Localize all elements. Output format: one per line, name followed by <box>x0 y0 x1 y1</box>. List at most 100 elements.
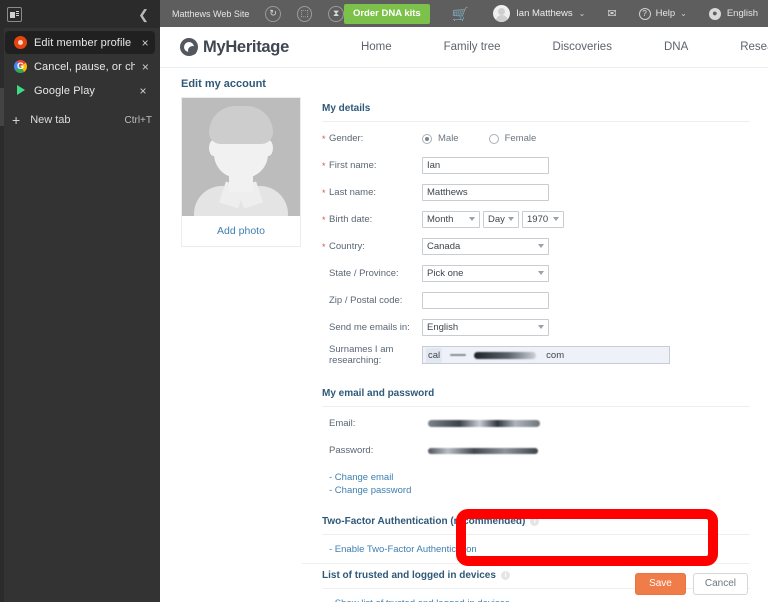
birth-year-select[interactable]: 1970 <box>522 211 564 228</box>
state-label: State / Province: <box>329 268 399 279</box>
tree-icon[interactable]: ⬚ <box>296 5 313 22</box>
language-selector[interactable]: ● English <box>708 7 758 20</box>
myheritage-logo[interactable]: MyHeritage <box>180 38 289 57</box>
gender-radio-female[interactable]: Female <box>488 133 536 144</box>
tab-item-cancel-subscription[interactable]: Cancel, pause, or change a subsc × <box>5 55 155 78</box>
nav-item-discoveries[interactable]: Discoveries <box>527 41 638 53</box>
state-select[interactable]: Pick one <box>422 265 549 282</box>
default-avatar-icon <box>182 98 300 216</box>
birth-year-value: 1970 <box>527 214 549 225</box>
browser-tab-sidebar: ❮ Edit member profile - Matthews × Cance… <box>0 0 160 602</box>
chevron-left-icon[interactable]: ❮ <box>135 6 152 23</box>
last-name-input[interactable] <box>422 184 549 201</box>
sidebar-edge-handle[interactable] <box>0 88 4 126</box>
redacted-text <box>474 351 537 359</box>
surnames-label: Surnames I am researching: <box>329 344 394 366</box>
nav-item-home[interactable]: Home <box>335 41 418 53</box>
info-icon[interactable]: i <box>530 517 540 526</box>
section-body-my-details: Gender: Male Female <box>322 128 750 372</box>
site-navigation: MyHeritage Home Family tree Discoveries … <box>160 27 768 68</box>
last-name-label: Last name: <box>322 187 422 198</box>
password-label: Password: <box>329 445 374 456</box>
country-select[interactable]: Canada <box>422 238 549 255</box>
country-label: Country: <box>322 241 422 252</box>
site-utility-bar: Matthews Web Site ↻ ⬚ ⧗ Order DNA kits 🛒… <box>160 0 768 27</box>
close-icon[interactable]: × <box>141 37 149 49</box>
show-devices-link[interactable]: - Show list of trusted and logged in dev… <box>322 598 750 602</box>
tab-list: Edit member profile - Matthews × Cancel,… <box>0 28 160 102</box>
field-row-last-name: Last name: <box>322 182 750 203</box>
nav-item-research[interactable]: Research <box>714 41 768 53</box>
enable-two-factor-link[interactable]: - Enable Two-Factor Authentication <box>322 544 750 555</box>
tab-label: Edit member profile - Matthews <box>34 36 134 49</box>
brand-name: MyHeritage <box>203 37 289 56</box>
user-menu[interactable]: Ian Matthews ⌄ <box>493 5 585 22</box>
tab-label: Google Play <box>34 84 96 97</box>
sidebar-edge-strip <box>0 28 4 602</box>
emails-language-select[interactable]: English <box>422 319 549 336</box>
new-tab-button[interactable]: + New tab Ctrl+T <box>0 108 160 132</box>
new-tab-shortcut: Ctrl+T <box>124 114 153 126</box>
change-password-link[interactable]: - Change password <box>322 485 750 496</box>
footer-divider <box>302 563 750 564</box>
page-content: Edit my account Add photo My details * G… <box>160 68 768 602</box>
nav-item-dna[interactable]: DNA <box>638 41 714 53</box>
section-heading-my-details: My details <box>322 97 750 122</box>
order-dna-kits-button[interactable]: Order DNA kits <box>343 3 430 24</box>
envelope-icon[interactable]: ✉ <box>607 7 616 20</box>
nav-item-family-tree[interactable]: Family tree <box>418 41 527 53</box>
field-row-state: State / Province: Pick one <box>322 263 750 284</box>
birth-month-select[interactable]: Month <box>422 211 480 228</box>
close-icon[interactable]: × <box>142 61 149 73</box>
zip-input[interactable] <box>422 292 549 309</box>
cancel-button[interactable]: Cancel <box>692 573 748 595</box>
change-email-link[interactable]: - Change email <box>322 472 750 483</box>
chevron-down-icon: ⌄ <box>578 9 586 18</box>
save-button[interactable]: Save <box>635 573 686 595</box>
field-row-password: Password: <box>322 440 750 461</box>
question-mark-icon: ? <box>638 7 651 20</box>
birth-date-label: Birth date: <box>322 214 422 225</box>
field-row-surnames: Surnames I am researching: cal com <box>322 344 750 366</box>
emails-in-label: Send me emails in: <box>329 322 410 333</box>
screenshot-root: ❮ Edit member profile - Matthews × Cance… <box>0 0 768 602</box>
form-column: My details Gender: Male <box>301 97 750 602</box>
close-icon[interactable]: × <box>137 85 149 97</box>
hourglass-icon[interactable]: ⧗ <box>328 5 344 22</box>
add-photo-link[interactable]: Add photo <box>182 216 300 246</box>
tab-item-google-play[interactable]: Google Play × <box>5 79 155 102</box>
field-row-birth-date: Birth date: Month Day <box>322 209 750 230</box>
footer-actions: Save Cancel <box>635 573 748 595</box>
tab-search-icon[interactable] <box>7 6 22 22</box>
gender-radio-male[interactable]: Male <box>422 133 459 144</box>
two-factor-heading-text: Two-Factor Authentication (recommended) <box>322 516 526 527</box>
info-icon[interactable]: i <box>500 571 510 580</box>
birth-day-select[interactable]: Day <box>483 211 519 228</box>
chevron-down-icon <box>508 217 514 221</box>
site-name[interactable]: Matthews Web Site <box>172 9 249 19</box>
gender-radio-group: Male Female <box>422 133 536 144</box>
help-menu[interactable]: ? Help ⌄ <box>638 7 687 20</box>
surnames-value-start: cal <box>426 347 443 363</box>
section-heading-two-factor: Two-Factor Authentication (recommended) … <box>322 510 750 535</box>
surnames-value-end: com <box>546 349 565 361</box>
photo-column: Add photo <box>181 97 301 602</box>
field-row-email: Email: <box>322 413 750 434</box>
sidebar-topbar: ❮ <box>0 0 160 28</box>
chevron-down-icon <box>553 217 559 221</box>
chevron-down-icon <box>469 217 475 221</box>
gender-male-label: Male <box>438 133 459 144</box>
refresh-icon[interactable]: ↻ <box>265 5 281 22</box>
emails-language-value: English <box>427 322 459 333</box>
help-label: Help <box>655 8 676 19</box>
birth-day-value: Day <box>488 214 505 225</box>
shopping-cart-icon[interactable]: 🛒 <box>452 7 469 21</box>
avatar <box>493 5 511 22</box>
first-name-input[interactable] <box>422 157 549 174</box>
web-page: Matthews Web Site ↻ ⬚ ⧗ Order DNA kits 🛒… <box>160 0 768 602</box>
surnames-input[interactable]: cal com <box>422 346 670 364</box>
gender-label: Gender: <box>322 133 422 144</box>
tab-item-edit-member-profile[interactable]: Edit member profile - Matthews × <box>5 31 155 54</box>
birth-month-value: Month <box>427 214 454 225</box>
plus-icon: + <box>12 112 21 128</box>
